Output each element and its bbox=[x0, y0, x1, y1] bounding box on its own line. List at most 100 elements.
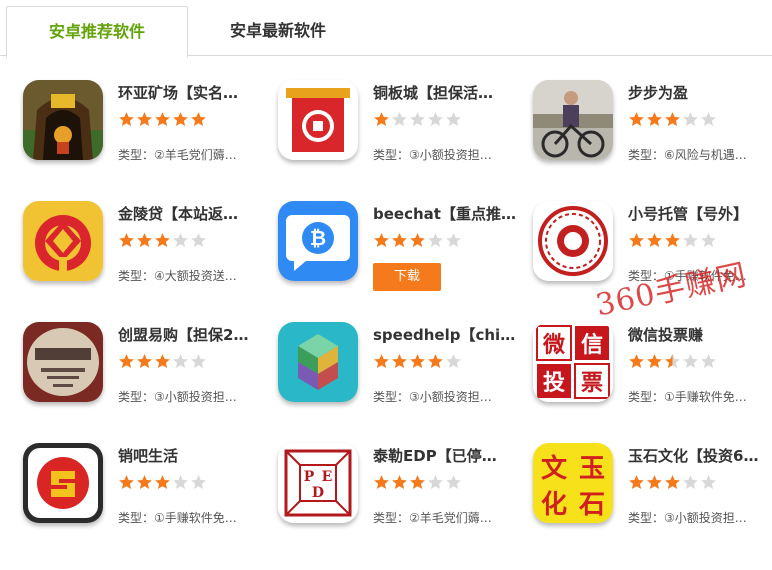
cyclist-photo-icon[interactable] bbox=[533, 80, 613, 160]
rating-stars bbox=[628, 232, 718, 250]
app-card[interactable]: 微 信 投 票 微信投票赚 类型：①手赚软件免… bbox=[533, 322, 772, 432]
rating-stars bbox=[373, 353, 463, 371]
star-filled-icon bbox=[428, 354, 443, 369]
star-filled-icon bbox=[137, 475, 152, 490]
prism-logo-icon[interactable] bbox=[278, 322, 358, 402]
app-name[interactable]: 环亚矿场【实名… bbox=[118, 82, 263, 103]
star-filled-icon bbox=[137, 233, 152, 248]
ped-cube-icon[interactable]: P E D bbox=[278, 443, 358, 523]
app-name[interactable]: 小号托管【号外】 bbox=[628, 203, 772, 224]
star-empty-icon bbox=[683, 475, 698, 490]
star-filled-icon bbox=[374, 233, 389, 248]
download-button[interactable]: 下载 bbox=[373, 263, 441, 291]
app-card[interactable]: ₿ beechat【重点推… 下载 bbox=[278, 201, 528, 311]
red-seal-icon[interactable] bbox=[533, 201, 613, 281]
app-card[interactable]: 铜板城【担保活… 类型：③小额投资担… bbox=[278, 80, 528, 190]
rating-stars bbox=[118, 111, 208, 129]
svg-text:P: P bbox=[304, 469, 315, 485]
svg-text:信: 信 bbox=[581, 332, 603, 358]
tab-recommended[interactable]: 安卓推荐软件 bbox=[6, 6, 188, 58]
star-filled-icon bbox=[119, 112, 134, 127]
star-empty-icon bbox=[173, 233, 188, 248]
star-filled-icon bbox=[410, 233, 425, 248]
castle-icon[interactable] bbox=[278, 80, 358, 160]
jade-culture-icon[interactable]: 文 玉 化 石 bbox=[533, 443, 613, 523]
star-filled-icon bbox=[155, 112, 170, 127]
star-empty-icon bbox=[428, 112, 443, 127]
rating-stars bbox=[118, 474, 208, 492]
wechat-vote-icon[interactable]: 微 信 投 票 bbox=[533, 322, 613, 402]
xiaoba-logo-icon[interactable] bbox=[23, 443, 103, 523]
app-card[interactable]: 销吧生活 类型：①手赚软件免… bbox=[23, 443, 273, 553]
app-type: 类型：⑥风险与机遇… bbox=[628, 148, 747, 162]
app-name[interactable]: speedhelp【chi… bbox=[373, 324, 518, 345]
rating-stars bbox=[118, 232, 208, 250]
jinling-logo-icon[interactable] bbox=[23, 201, 103, 281]
app-card[interactable]: 创盟易购【担保2… 类型：③小额投资担… bbox=[23, 322, 273, 432]
star-empty-icon bbox=[701, 112, 716, 127]
star-filled-icon bbox=[155, 475, 170, 490]
app-card[interactable]: P E D 泰勒EDP【已停… 类型：②羊毛党们薅… bbox=[278, 443, 528, 553]
chuangmeng-photo-icon[interactable] bbox=[23, 322, 103, 402]
star-filled-icon bbox=[137, 112, 152, 127]
app-name[interactable]: 微信投票赚 bbox=[628, 324, 772, 345]
star-filled-icon bbox=[647, 233, 662, 248]
app-card[interactable]: 文 玉 化 石 玉石文化【投资6… 类型：③小额投资担… bbox=[533, 443, 772, 553]
app-type: 类型：④大额投资送… bbox=[118, 269, 237, 283]
svg-text:票: 票 bbox=[581, 371, 603, 396]
star-filled-icon bbox=[629, 475, 644, 490]
star-filled-icon bbox=[629, 233, 644, 248]
rating-stars bbox=[373, 474, 463, 492]
star-filled-icon bbox=[629, 354, 644, 369]
star-filled-icon bbox=[410, 354, 425, 369]
star-empty-icon bbox=[701, 354, 716, 369]
app-type: 类型：②羊毛党们薅… bbox=[373, 511, 492, 525]
star-filled-icon bbox=[119, 233, 134, 248]
app-type: 类型：③小额投资担… bbox=[118, 390, 237, 404]
star-empty-icon bbox=[446, 475, 461, 490]
star-filled-icon bbox=[629, 112, 644, 127]
app-name[interactable]: 金陵贷【本站返… bbox=[118, 203, 263, 224]
app-name[interactable]: 创盟易购【担保2… bbox=[118, 324, 263, 345]
svg-text:D: D bbox=[312, 485, 324, 501]
app-card[interactable]: 环亚矿场【实名… 类型：②羊毛党们薅… bbox=[23, 80, 273, 190]
star-filled-icon bbox=[392, 233, 407, 248]
app-card[interactable]: 金陵贷【本站返… 类型：④大额投资送… bbox=[23, 201, 273, 311]
app-name[interactable]: beechat【重点推… bbox=[373, 203, 518, 224]
star-filled-icon bbox=[665, 233, 680, 248]
star-half-icon bbox=[665, 354, 680, 369]
star-filled-icon bbox=[647, 112, 662, 127]
app-name[interactable]: 泰勒EDP【已停… bbox=[373, 445, 518, 466]
app-name[interactable]: 铜板城【担保活… bbox=[373, 82, 518, 103]
svg-text:投: 投 bbox=[543, 371, 565, 396]
star-empty-icon bbox=[392, 112, 407, 127]
app-card[interactable]: speedhelp【chi… 类型：③小额投资担… bbox=[278, 322, 528, 432]
mine-cart-icon[interactable] bbox=[23, 80, 103, 160]
app-type: 类型：③小额投资担… bbox=[628, 511, 747, 525]
svg-text:E: E bbox=[322, 469, 333, 485]
star-filled-icon bbox=[392, 354, 407, 369]
svg-text:₿: ₿ bbox=[310, 226, 326, 250]
svg-text:微: 微 bbox=[542, 332, 565, 358]
app-name[interactable]: 玉石文化【投资6… bbox=[628, 445, 772, 466]
star-filled-icon bbox=[647, 475, 662, 490]
star-empty-icon bbox=[191, 475, 206, 490]
star-empty-icon bbox=[173, 475, 188, 490]
star-empty-icon bbox=[701, 233, 716, 248]
app-name[interactable]: 步步为盈 bbox=[628, 82, 772, 103]
app-name[interactable]: 销吧生活 bbox=[118, 445, 263, 466]
star-empty-icon bbox=[683, 354, 698, 369]
star-empty-icon bbox=[428, 475, 443, 490]
star-filled-icon bbox=[155, 354, 170, 369]
app-type: 类型：②羊毛党们薅… bbox=[118, 148, 237, 162]
star-empty-icon bbox=[428, 233, 443, 248]
star-filled-icon bbox=[119, 354, 134, 369]
bitcoin-chat-icon[interactable]: ₿ bbox=[278, 201, 358, 281]
rating-stars bbox=[628, 474, 718, 492]
star-filled-icon bbox=[647, 354, 662, 369]
star-empty-icon bbox=[701, 475, 716, 490]
app-card[interactable]: 步步为盈 类型：⑥风险与机遇… bbox=[533, 80, 772, 190]
star-empty-icon bbox=[410, 112, 425, 127]
star-filled-icon bbox=[374, 475, 389, 490]
tab-latest[interactable]: 安卓最新软件 bbox=[188, 6, 368, 56]
